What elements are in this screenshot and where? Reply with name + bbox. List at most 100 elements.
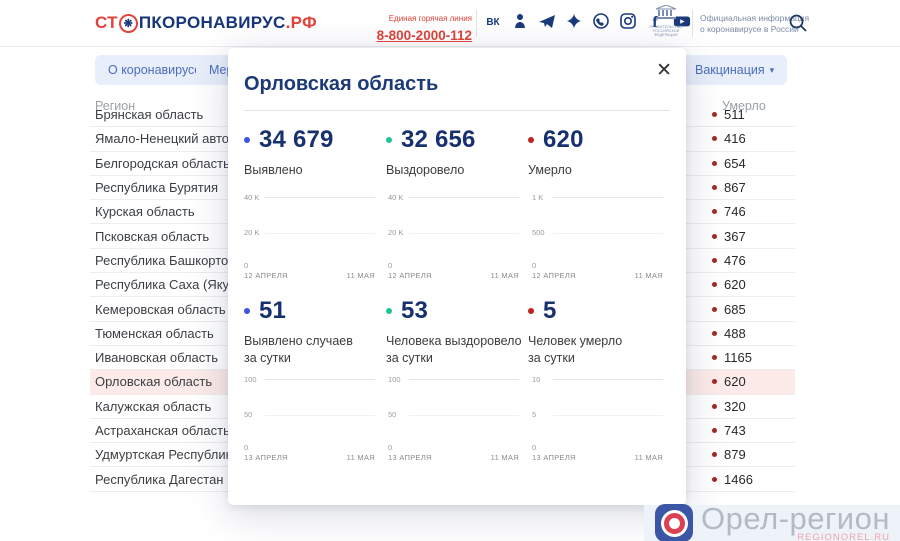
x-axis-start-label: 13 АПРЕЛЯ [244, 453, 288, 462]
logo-text-1: СТ [95, 13, 118, 33]
y-axis-tick: 1 K [532, 193, 543, 202]
died-cell: 1466 [712, 472, 753, 487]
instagram-icon[interactable] [619, 12, 637, 30]
stat-label: Человек умерлоза сутки [528, 333, 670, 367]
died-cell: 476 [712, 253, 746, 268]
chart-recovered-daily: 100 50 0 13 АПРЕЛЯ 11 МАЯ [388, 373, 526, 462]
chart-plot-area: 40 K 20 K 0 [388, 197, 526, 267]
stat-dot-icon [386, 137, 392, 143]
died-value: 320 [724, 399, 746, 414]
viber-icon[interactable] [592, 12, 610, 30]
died-dot-icon [712, 379, 717, 384]
chart-plot-area: 1 K 500 0 [532, 197, 670, 267]
search-icon[interactable] [788, 13, 808, 33]
died-value: 1466 [724, 472, 753, 487]
close-icon[interactable]: ✕ [656, 61, 672, 80]
dzen-icon[interactable] [565, 12, 583, 30]
bars-container [553, 197, 663, 267]
died-dot-icon [712, 185, 717, 190]
died-cell: 367 [712, 229, 746, 244]
y-axis-tick: 0 [244, 261, 248, 270]
y-axis-tick: 50 [244, 410, 252, 419]
died-dot-icon [712, 258, 717, 263]
bars-container [265, 379, 375, 449]
stat-value: 32 656 [401, 126, 476, 154]
gridline [409, 233, 519, 234]
site-logo[interactable]: СТ ❋ ПКОРОНАВИРУС .РФ [95, 13, 317, 33]
y-axis-tick: 0 [532, 261, 536, 270]
government-emblem-text: ПРАВИТЕЛЬСТВО РОССИЙСКОЙ ФЕДЕРАЦИИ [648, 25, 684, 37]
bars-container [265, 197, 375, 267]
x-axis-labels: 13 АПРЕЛЯ 11 МАЯ [388, 453, 519, 462]
y-axis-tick: 100 [244, 375, 257, 384]
died-cell: 879 [712, 447, 746, 462]
y-axis-tick: 50 [388, 410, 396, 419]
header-divider-2 [692, 10, 693, 37]
vk-icon[interactable]: ВК [484, 12, 502, 30]
died-cell: 746 [712, 204, 746, 219]
died-value: 743 [724, 423, 746, 438]
stats-daily-row: 51 Выявлено случаевза сутки 53 Человека … [244, 297, 670, 367]
watermark: Орел-регион REGIONOREL.RU [655, 503, 890, 541]
svg-text:ВК: ВК [486, 17, 500, 28]
y-axis-tick: 5 [532, 410, 536, 419]
x-axis-end-label: 11 МАЯ [635, 453, 663, 462]
x-axis-end-label: 11 МАЯ [347, 271, 375, 280]
died-value: 416 [724, 131, 746, 146]
died-cell: 743 [712, 423, 746, 438]
x-axis-start-label: 12 АПРЕЛЯ [244, 271, 288, 280]
stat-dot-icon [244, 137, 250, 143]
stat-dot-icon [528, 308, 534, 314]
chevron-down-icon: ▾ [770, 65, 775, 76]
died-cell: 488 [712, 326, 746, 341]
bars-container [409, 197, 519, 267]
hotline: Единая горячая линия 8-800-2000-112 [372, 8, 472, 43]
died-dot-icon [712, 282, 717, 287]
died-cell: 511 [712, 109, 745, 122]
chart-died-daily: 10 5 0 13 АПРЕЛЯ 11 МАЯ [532, 373, 670, 462]
watermark-title: Орел-регион [701, 503, 890, 535]
charts-daily-row: 100 50 0 13 АПРЕЛЯ 11 МАЯ 100 50 0 13 АП… [244, 373, 670, 462]
stat-value: 53 [401, 297, 428, 325]
y-axis-tick: 0 [244, 443, 248, 452]
died-cell: 1165 [712, 350, 752, 365]
died-dot-icon [712, 161, 717, 166]
header-divider-1 [476, 10, 477, 37]
died-value: 654 [724, 156, 746, 171]
stat-block: 32 656 Выздоровело [386, 126, 528, 179]
y-axis-tick: 10 [532, 375, 540, 384]
stat-value: 620 [543, 126, 584, 154]
region-name: Брянская область [90, 109, 203, 122]
tab-vaccination[interactable]: Вакцинация ▾ [682, 55, 787, 85]
region-name: Орловская область [90, 374, 212, 389]
bars-container [409, 379, 519, 449]
gridline [553, 415, 663, 416]
modal-title: Орловская область [244, 73, 670, 96]
died-cell: 867 [712, 180, 746, 195]
died-dot-icon [712, 307, 717, 312]
stats-total-row: 34 679 Выявлено 32 656 Выздоровело 620 У… [244, 126, 670, 179]
died-value: 620 [724, 374, 746, 389]
died-dot-icon [712, 404, 717, 409]
government-emblem[interactable]: ПРАВИТЕЛЬСТВО РОССИЙСКОЙ ФЕДЕРАЦИИ [648, 5, 684, 37]
logo-text-2: ПКОРОНАВИРУС [139, 13, 286, 33]
stat-block: 5 Человек умерлоза сутки [528, 297, 670, 367]
stat-block: 51 Выявлено случаевза сутки [244, 297, 386, 367]
modal-divider [244, 110, 670, 111]
x-axis-end-label: 11 МАЯ [491, 453, 519, 462]
died-value: 511 [724, 109, 745, 122]
page: СТ ❋ ПКОРОНАВИРУС .РФ Единая горячая лин… [0, 0, 900, 541]
chart-plot-area: 100 50 0 [244, 379, 382, 449]
hotline-number-link[interactable]: 8-800-2000-112 [372, 28, 472, 43]
y-axis-tick: 100 [388, 375, 401, 384]
telegram-icon[interactable] [538, 12, 556, 30]
chart-plot-area: 40 K 20 K 0 [244, 197, 382, 267]
x-axis-labels: 13 АПРЕЛЯ 11 МАЯ [244, 453, 375, 462]
died-dot-icon [712, 477, 717, 482]
gridline [265, 415, 375, 416]
chart-confirmed-daily: 100 50 0 13 АПРЕЛЯ 11 МАЯ [244, 373, 382, 462]
region-name: Белгородская область [90, 156, 230, 171]
died-value: 476 [724, 253, 746, 268]
odnoklassniki-icon[interactable] [511, 12, 529, 30]
y-axis-tick: 40 K [244, 193, 259, 202]
